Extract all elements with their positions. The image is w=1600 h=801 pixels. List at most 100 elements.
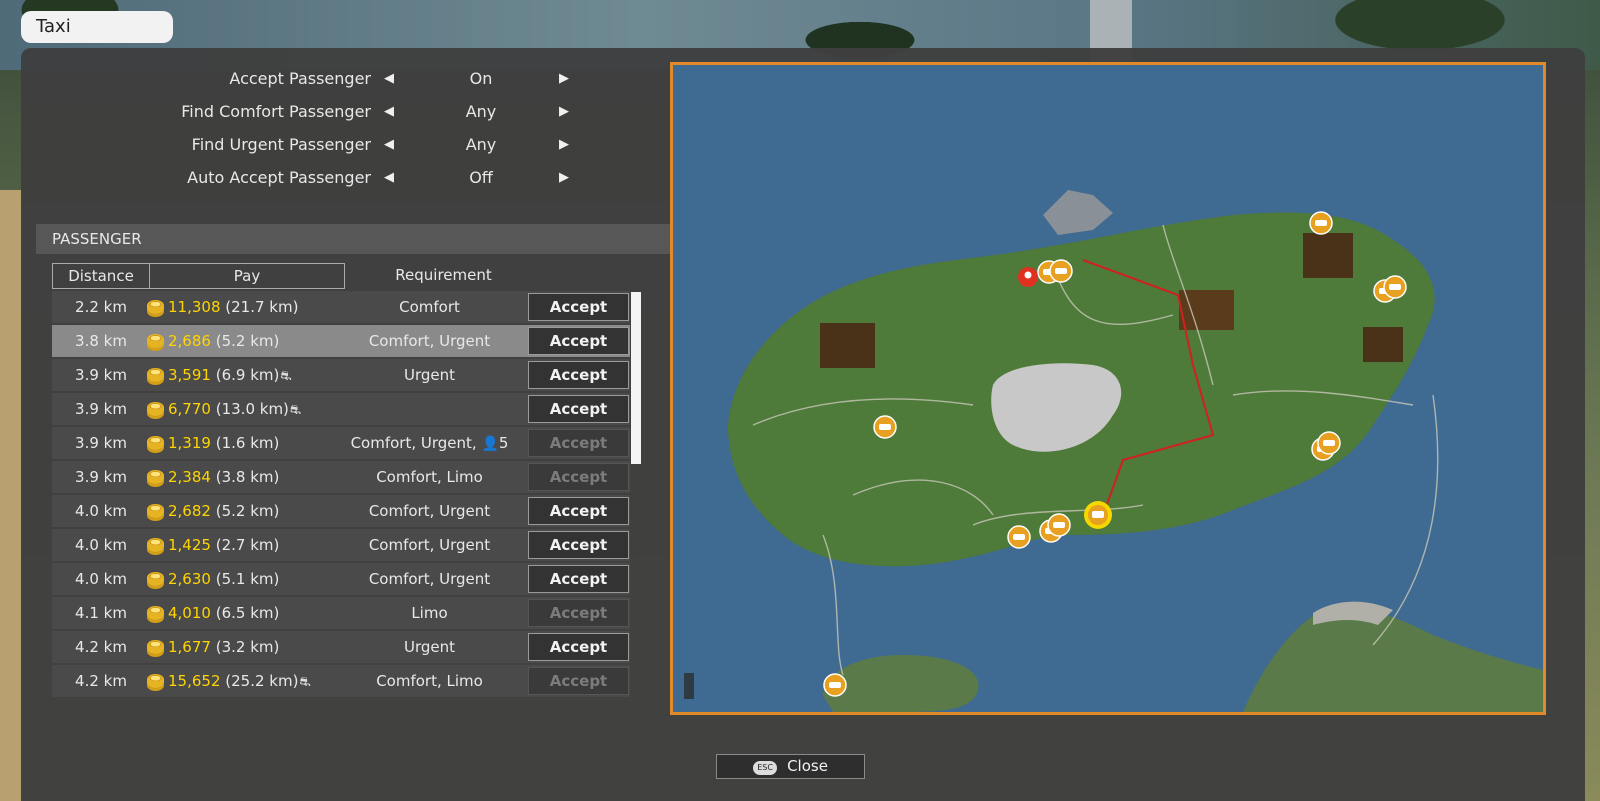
- person-icon: 👤: [481, 436, 499, 452]
- accept-button[interactable]: Accept: [528, 361, 629, 389]
- arrow-right-icon[interactable]: ▶: [559, 68, 569, 90]
- accept-button[interactable]: Accept: [528, 565, 629, 593]
- coin-icon: [147, 538, 164, 552]
- pickup-distance: 2.2 km: [75, 298, 127, 316]
- requirement-text: Comfort, Urgent,: [350, 434, 477, 452]
- table-row[interactable]: 2.2 km 11,308 (21.7 km) Comfort Accept: [52, 290, 630, 324]
- coin-icon: [147, 300, 164, 314]
- pickup-distance: 3.9 km: [75, 400, 127, 418]
- taxi-icon: [1049, 259, 1073, 283]
- coin-icon: [147, 368, 164, 382]
- pay-amount: 1,425: [168, 536, 211, 554]
- requirement-text: Comfort, Urgent: [368, 332, 491, 350]
- pickup-distance: 4.0 km: [75, 536, 127, 554]
- road-icon: ⛐: [289, 403, 302, 418]
- arrow-left-icon[interactable]: ◀: [384, 101, 394, 123]
- trip-distance: (5.2 km): [215, 332, 280, 350]
- close-button[interactable]: ESC Close: [716, 754, 865, 779]
- trip-distance: (13.0 km): [215, 400, 289, 418]
- setting-row: Find Urgent Passenger ◀ Any ▶: [21, 134, 641, 168]
- arrow-right-icon[interactable]: ▶: [559, 101, 569, 123]
- accept-button[interactable]: Accept: [528, 327, 629, 355]
- background-ground: [0, 190, 22, 801]
- table-row[interactable]: 4.0 km 2,682 (5.2 km) Comfort, Urgent Accep…: [52, 494, 630, 528]
- requirement-cell: Comfort, Limo: [332, 461, 527, 493]
- pickup-distance: 4.1 km: [75, 604, 127, 622]
- passenger-list-scrollbar[interactable]: [631, 292, 641, 464]
- table-row[interactable]: 3.9 km 3,591 (6.9 km)⛐ Urgent Accept: [52, 358, 630, 392]
- requirement-cell: Comfort, Limo: [332, 665, 527, 697]
- accept-button[interactable]: Accept: [528, 395, 629, 423]
- table-row[interactable]: 3.9 km 1,319 (1.6 km) Comfort, Urgent, 👤5 A…: [52, 426, 630, 460]
- table-row[interactable]: 4.2 km 15,652 (25.2 km)⛐ Comfort, Limo Acce…: [52, 664, 630, 698]
- accept-button[interactable]: Accept: [528, 429, 629, 457]
- pickup-distance: 4.0 km: [75, 570, 127, 588]
- arrow-left-icon[interactable]: ◀: [384, 134, 394, 156]
- pickup-distance: 4.2 km: [75, 672, 127, 690]
- trip-distance: (3.2 km): [215, 638, 280, 656]
- pay-amount: 4,010: [168, 604, 211, 622]
- pickup-distance: 3.9 km: [75, 366, 127, 384]
- taxi-icon: [823, 673, 847, 697]
- pickup-distance: 4.0 km: [75, 502, 127, 520]
- taxi-icon: [1309, 211, 1333, 235]
- requirement-text: Comfort, Urgent: [368, 570, 491, 588]
- setting-label: Accept Passenger: [229, 69, 371, 88]
- accept-button[interactable]: Accept: [528, 463, 629, 491]
- table-row[interactable]: 4.1 km 4,010 (6.5 km) Limo Accept: [52, 596, 630, 630]
- requirement-text: Comfort, Urgent: [368, 502, 491, 520]
- table-row[interactable]: 4.0 km 1,425 (2.7 km) Comfort, Urgent Accep…: [52, 528, 630, 562]
- accept-button[interactable]: Accept: [528, 497, 629, 525]
- arrow-right-icon[interactable]: ▶: [559, 134, 569, 156]
- map-scale-indicator: [684, 673, 694, 699]
- setting-value: On: [469, 69, 493, 88]
- coin-icon: [147, 674, 164, 688]
- setting-value: Off: [469, 168, 493, 187]
- pay-amount: 1,319: [168, 434, 211, 452]
- table-row[interactable]: 3.8 km 2,686 (5.2 km) Comfort, Urgent Accep…: [52, 324, 630, 358]
- arrow-right-icon[interactable]: ▶: [559, 167, 569, 189]
- taxi-icon: [1383, 275, 1407, 299]
- coin-icon: [147, 402, 164, 416]
- arrow-left-icon[interactable]: ◀: [384, 167, 394, 189]
- esc-key-icon: ESC: [753, 761, 778, 775]
- road-icon: ⛐: [280, 369, 292, 384]
- requirement-cell: Comfort: [332, 291, 527, 323]
- requirement-text: Comfort, Limo: [376, 468, 483, 486]
- trip-distance: (5.2 km): [215, 502, 280, 520]
- accept-button[interactable]: Accept: [528, 667, 629, 695]
- map-destination-pin: [1018, 267, 1038, 287]
- map-player-marker: [1084, 501, 1112, 529]
- requirement-cell: Urgent: [332, 359, 527, 391]
- taxi-icon: [873, 415, 897, 439]
- column-header-pay[interactable]: Pay: [149, 263, 345, 289]
- accept-button[interactable]: Accept: [528, 633, 629, 661]
- map-farm: [1363, 327, 1403, 362]
- trip-distance: (6.9 km): [215, 366, 280, 384]
- pay-amount: 3,591: [168, 366, 211, 384]
- coin-icon: [147, 640, 164, 654]
- accept-button[interactable]: Accept: [528, 599, 629, 627]
- map-farm: [1179, 290, 1234, 330]
- column-header-distance[interactable]: Distance: [52, 263, 150, 289]
- table-row[interactable]: 3.9 km 6,770 (13.0 km)⛐ Accept: [52, 392, 630, 426]
- requirement-text: Comfort, Limo: [376, 672, 483, 690]
- accept-button[interactable]: Accept: [528, 531, 629, 559]
- accept-button[interactable]: Accept: [528, 293, 629, 321]
- passenger-list: 2.2 km 11,308 (21.7 km) Comfort Accept 3.8 k…: [52, 290, 630, 698]
- table-row[interactable]: 4.2 km 1,677 (3.2 km) Urgent Accept: [52, 630, 630, 664]
- arrow-left-icon[interactable]: ◀: [384, 68, 394, 90]
- pickup-distance: 4.2 km: [75, 638, 127, 656]
- window-title: Taxi: [21, 11, 173, 43]
- table-row[interactable]: 4.0 km 2,630 (5.1 km) Comfort, Urgent Accep…: [52, 562, 630, 596]
- requirement-text: Comfort: [399, 298, 460, 316]
- table-row[interactable]: 3.9 km 2,384 (3.8 km) Comfort, Limo Accept: [52, 460, 630, 494]
- setting-label: Find Urgent Passenger: [191, 135, 371, 154]
- pay-amount: 2,686: [168, 332, 211, 350]
- taxi-icon: [1047, 513, 1071, 537]
- requirement-cell: Comfort, Urgent: [332, 325, 527, 357]
- pickup-distance: 3.9 km: [75, 434, 127, 452]
- taxi-panel: Accept Passenger ◀ On ▶ Find Comfort Passeng…: [21, 48, 1585, 801]
- requirement-cell: Comfort, Urgent: [332, 529, 527, 561]
- island-map[interactable]: [670, 62, 1546, 715]
